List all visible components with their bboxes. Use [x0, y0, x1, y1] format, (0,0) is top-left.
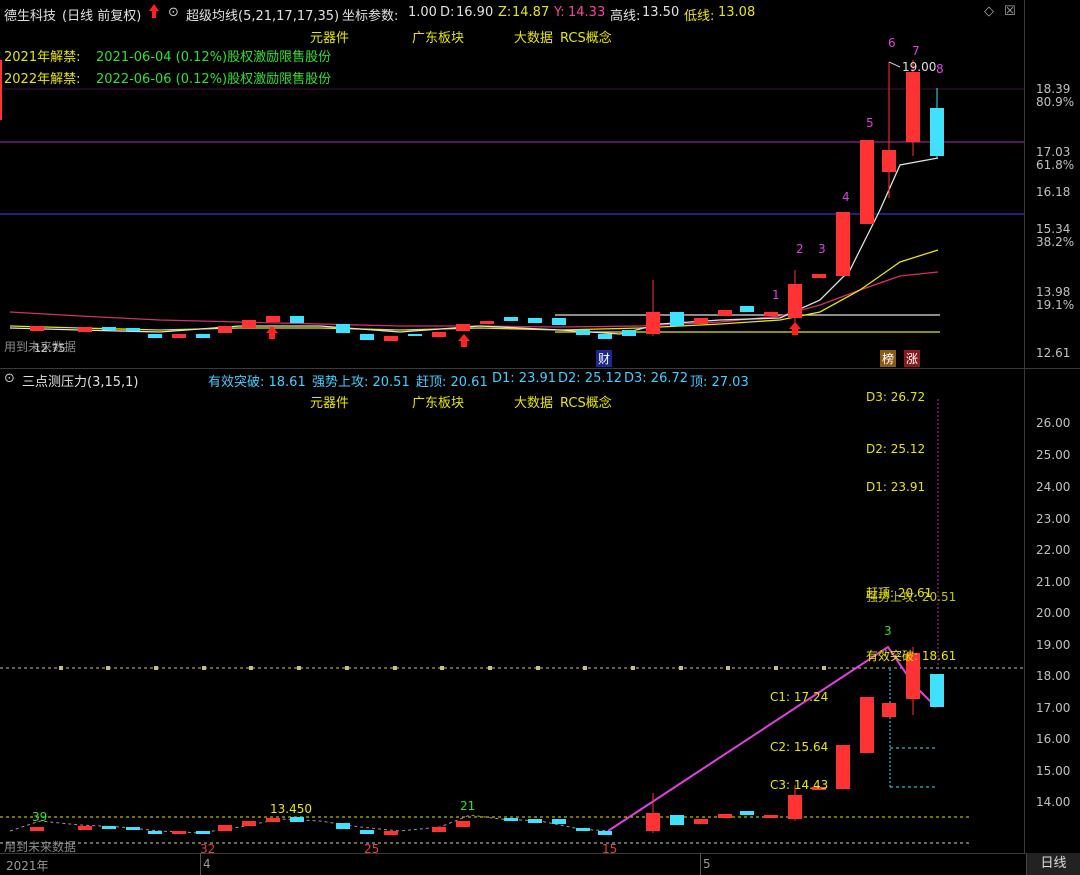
- pivot-count: 15: [602, 842, 618, 856]
- count-label: 4: [842, 190, 850, 204]
- count-label: 8: [936, 62, 944, 76]
- high-marker-line: [888, 61, 901, 68]
- price-tick: 25.00: [1036, 448, 1071, 462]
- wave-line: [9, 814, 609, 834]
- fib-pct: 61.8%: [1036, 158, 1075, 172]
- price-tick: 13.98: [1036, 285, 1071, 299]
- finance-tag[interactable]: 财: [596, 350, 613, 367]
- valid-label: 有效突破: 18.61: [866, 649, 957, 663]
- high-price-label: 19.00: [902, 60, 937, 74]
- count-label: 2: [796, 242, 804, 256]
- limit-up-tag[interactable]: 涨: [904, 350, 921, 367]
- price-tick: 22.00: [1036, 543, 1071, 557]
- price-tick: 23.00: [1036, 512, 1071, 526]
- time-label-month: 4: [203, 857, 211, 871]
- c1-label: C1: 17.24: [770, 690, 829, 704]
- price-tick: 18.39: [1036, 82, 1071, 96]
- pivot-count: 21: [460, 799, 476, 813]
- count-label: 1: [772, 288, 780, 302]
- pivot-count: 25: [364, 842, 380, 856]
- strong-label: 强势上攻: 20.51: [866, 590, 957, 604]
- price-tick: 12.61: [1036, 346, 1071, 360]
- pivot-count: 3: [884, 624, 892, 638]
- fib-pct: 38.2%: [1036, 235, 1075, 249]
- d2-label: D2: 25.12: [866, 442, 926, 456]
- buy-arrow-icon: [789, 322, 801, 335]
- level-label: 13.450: [270, 802, 312, 816]
- future-data-label: 用到未来数据: [4, 840, 77, 854]
- left-marker: [0, 60, 2, 120]
- fib-pct: 80.9%: [1036, 95, 1075, 109]
- time-tick: [700, 853, 701, 875]
- pivot-count: 39: [32, 810, 48, 824]
- price-tick: 24.00: [1036, 480, 1071, 494]
- d1-label: D1: 23.91: [866, 480, 926, 494]
- buy-arrow-icon: [458, 334, 470, 347]
- price-tick: 26.00: [1036, 416, 1071, 430]
- price-tick: 20.00: [1036, 606, 1071, 620]
- c3-label: C3: 14.43: [770, 778, 829, 792]
- fib-pct: 19.1%: [1036, 298, 1075, 312]
- count-label: 7: [912, 44, 920, 58]
- time-label-year: 2021年: [6, 859, 49, 873]
- price-tick: 15.34: [1036, 222, 1071, 236]
- count-label: 5: [866, 116, 874, 130]
- price-tick: 17.03: [1036, 145, 1071, 159]
- low-price-label: 12.75: [34, 342, 66, 355]
- price-tick: 18.00: [1036, 669, 1071, 683]
- price-tick: 15.00: [1036, 764, 1071, 778]
- ranking-tag[interactable]: 榜: [880, 350, 897, 367]
- candles: [30, 60, 944, 341]
- price-tick: 16.18: [1036, 185, 1071, 199]
- time-tick: [200, 853, 201, 875]
- time-axis-border: [0, 853, 1080, 854]
- price-tick: 17.00: [1036, 701, 1071, 715]
- price-tick: 14.00: [1036, 795, 1071, 809]
- price-axis-border: [1024, 0, 1025, 853]
- count-label: 3: [818, 242, 826, 256]
- price-tick: 16.00: [1036, 732, 1071, 746]
- time-label-month: 5: [703, 857, 711, 871]
- price-tick: 19.00: [1036, 638, 1071, 652]
- d3-label: D3: 26.72: [866, 390, 926, 404]
- trend-line: [607, 645, 937, 832]
- c2-label: C2: 15.64: [770, 740, 829, 754]
- price-tick: 21.00: [1036, 575, 1071, 589]
- count-label: 6: [888, 36, 896, 50]
- kline-chart[interactable]: [0, 0, 1024, 368]
- period-button[interactable]: 日线: [1026, 853, 1080, 875]
- pivot-count: 32: [200, 842, 216, 856]
